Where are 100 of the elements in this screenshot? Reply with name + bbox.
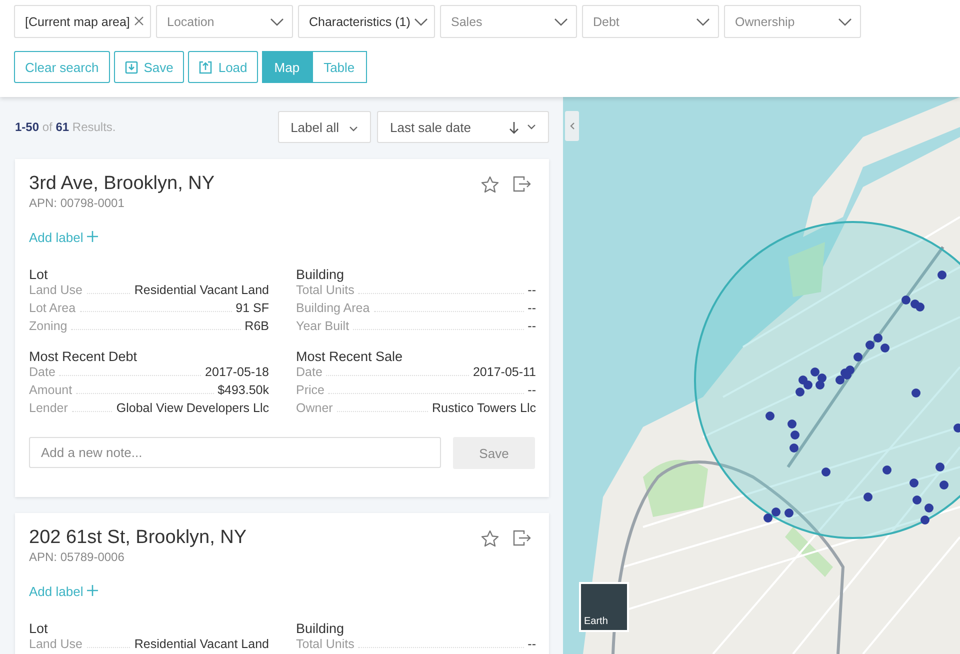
field-label: Lot Area <box>29 301 76 315</box>
plus-icon <box>87 231 98 242</box>
star-icon[interactable] <box>481 530 499 547</box>
field-label: Price <box>296 383 324 397</box>
add-label-link[interactable]: Add label <box>29 230 98 245</box>
property-marker[interactable] <box>788 420 796 428</box>
property-marker[interactable] <box>772 508 780 516</box>
property-marker[interactable] <box>924 504 934 512</box>
apn-text: APN: 05789-0006 <box>29 550 126 564</box>
chevron-down-icon <box>527 124 536 130</box>
property-marker[interactable] <box>920 516 930 524</box>
chevron-left-icon <box>570 122 574 130</box>
apn-text: APN: 00798-0001 <box>29 196 126 210</box>
property-marker[interactable] <box>804 380 812 390</box>
property-marker[interactable] <box>910 478 918 488</box>
property-marker[interactable] <box>874 334 882 342</box>
arrow-down-icon[interactable] <box>509 120 519 134</box>
field-value: $493.50k <box>218 383 269 397</box>
property-marker[interactable] <box>790 430 800 440</box>
filter-dropdown[interactable]: Debt <box>582 5 719 38</box>
field-value: 2017-05-11 <box>472 365 536 379</box>
field-label: Lender <box>29 401 68 415</box>
add-label-link[interactable]: Add label <box>29 584 98 599</box>
property-marker[interactable] <box>764 514 772 522</box>
field-value: -- <box>528 383 536 397</box>
action-button[interactable]: Load <box>188 51 258 83</box>
field-label: Total Units <box>296 283 354 297</box>
action-button[interactable]: Save <box>114 51 184 83</box>
property-title: 202 61st St, Brooklyn, NY <box>29 527 247 549</box>
section-heading: Most Recent Debt <box>29 349 138 364</box>
view-tab[interactable]: Map <box>262 51 312 83</box>
note-input-field[interactable]: Add a new note... <box>29 437 441 468</box>
export-icon[interactable] <box>513 176 531 192</box>
field-label: Date <box>29 365 56 379</box>
property-marker[interactable] <box>912 388 920 398</box>
field-value: 2017-05-18 <box>205 365 269 379</box>
section-heading: Building <box>296 621 346 636</box>
sort-dropdown[interactable]: Last sale date <box>377 111 549 143</box>
chevron-down-icon <box>554 18 568 26</box>
property-marker[interactable] <box>784 508 794 518</box>
property-marker[interactable] <box>880 344 890 352</box>
property-marker[interactable] <box>954 424 960 432</box>
field-label: Owner <box>296 401 333 415</box>
property-marker[interactable] <box>902 296 910 304</box>
filter-dropdown[interactable]: Sales <box>440 5 577 38</box>
property-marker[interactable] <box>790 444 798 452</box>
section-heading: Lot <box>29 621 49 636</box>
property-marker[interactable] <box>816 380 824 390</box>
chevron-down-icon <box>838 18 852 26</box>
field-label: Zoning <box>29 319 68 333</box>
field-value: 91 SF <box>236 301 269 315</box>
property-marker[interactable] <box>810 368 820 376</box>
property-marker[interactable] <box>836 376 844 384</box>
view-tab[interactable]: Table <box>312 51 367 83</box>
property-marker[interactable] <box>864 492 872 502</box>
field-label: Year Built <box>296 319 350 333</box>
property-marker[interactable] <box>854 352 862 362</box>
property-marker[interactable] <box>882 466 892 474</box>
chevron-down-icon <box>349 126 358 132</box>
field-value: Residential Vacant Land <box>134 283 269 297</box>
chevron-down-icon <box>270 18 284 26</box>
field-label: Date <box>296 365 322 379</box>
field-value: Rustico Towers Llc <box>432 401 536 415</box>
close-icon[interactable] <box>134 16 144 26</box>
download-box-icon <box>124 60 138 74</box>
chevron-down-icon <box>696 18 710 26</box>
plus-icon <box>87 585 98 596</box>
field-value: -- <box>528 637 536 651</box>
property-marker[interactable] <box>916 302 924 312</box>
filter-dropdown[interactable]: Ownership <box>724 5 861 38</box>
action-button[interactable]: Clear search <box>14 51 110 83</box>
filter-dropdown[interactable]: Characteristics (1) <box>298 5 435 38</box>
field-value: R6B <box>244 319 269 333</box>
field-label: Land Use <box>29 637 83 651</box>
field-label: Building Area <box>296 301 370 315</box>
export-icon[interactable] <box>513 530 531 546</box>
property-marker[interactable] <box>766 412 774 420</box>
field-label: Land Use <box>29 283 83 297</box>
property-marker[interactable] <box>912 496 922 504</box>
results-count: 1-50 of 61 Results. <box>15 120 117 134</box>
field-value: -- <box>528 283 536 297</box>
property-marker[interactable] <box>796 388 804 396</box>
property-marker[interactable] <box>938 270 946 280</box>
star-icon[interactable] <box>481 176 499 193</box>
field-value: Global View Developers Llc <box>116 401 269 415</box>
section-heading: Building <box>296 267 346 282</box>
property-marker[interactable] <box>822 468 830 476</box>
upload-box-icon <box>199 60 212 74</box>
earth-layer-toggle[interactable]: Earth <box>579 582 629 632</box>
chevron-down-icon <box>414 18 428 26</box>
section-heading: Lot <box>29 267 49 282</box>
property-marker[interactable] <box>818 374 826 382</box>
property-marker[interactable] <box>940 480 948 490</box>
property-marker[interactable] <box>936 462 944 472</box>
field-value: Residential Vacant Land <box>134 637 269 651</box>
filter-dropdown[interactable]: [Current map area] <box>14 5 151 38</box>
label-all-dropdown[interactable]: Label all <box>278 111 371 143</box>
field-label: Total Units <box>296 637 354 651</box>
filter-dropdown[interactable]: Location <box>156 5 293 38</box>
property-marker[interactable] <box>866 340 874 350</box>
